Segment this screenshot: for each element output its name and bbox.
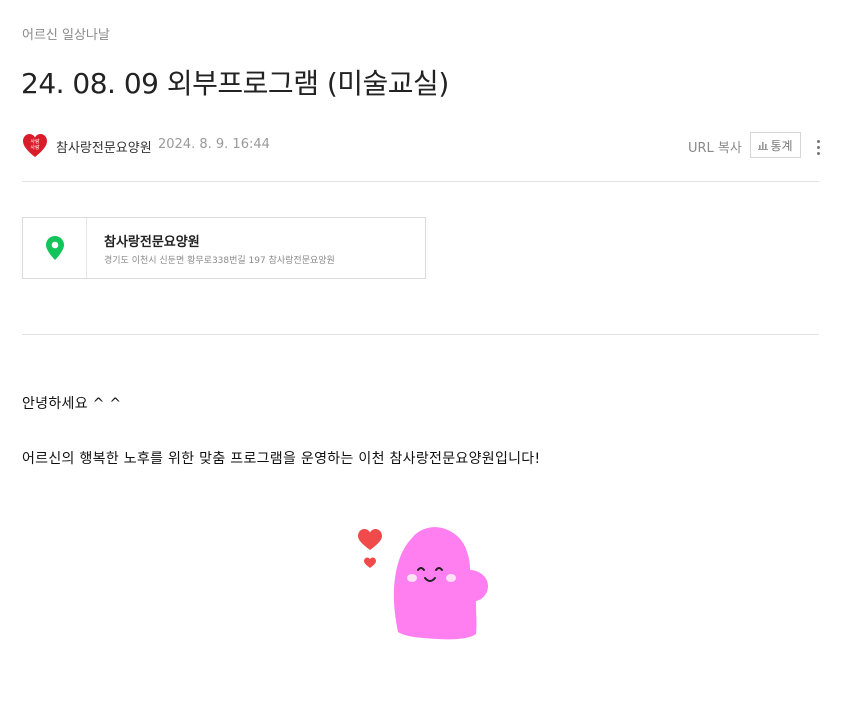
place-card[interactable]: 참사랑전문요양원 경기도 이천시 신둔면 황무로338번길 197 참사랑전문요… [22, 217, 426, 279]
intro-text: 어르신의 행복한 노후를 위한 맞춤 프로그램을 운영하는 이천 참사랑전문요양… [22, 451, 541, 467]
kebab-dot [816, 145, 820, 149]
stats-label: 통계 [770, 138, 793, 153]
place-address: 경기도 이천시 신둔면 황무로338번길 197 참사랑전문요양원 [104, 256, 335, 266]
small-heart-icon [364, 557, 376, 568]
kebab-dot [816, 151, 820, 155]
author-name[interactable]: 참사랑전문요양원 [56, 137, 152, 156]
svg-text:사랑: 사랑 [30, 144, 40, 151]
place-pin-box [23, 218, 87, 278]
character-body [393, 527, 488, 640]
heart-icon [358, 529, 382, 550]
more-options-button[interactable] [812, 136, 824, 158]
post-category[interactable]: 어르신 일상나날 [22, 24, 110, 43]
place-name: 참사랑전문요양원 [104, 235, 200, 250]
greeting-text: 안녕하세요 ^ ^ [22, 396, 122, 412]
url-copy-button[interactable]: URL 복사 [688, 137, 742, 156]
svg-text:사랑: 사랑 [30, 138, 40, 145]
header-divider [22, 181, 819, 182]
pink-character-sticker [358, 527, 488, 640]
map-pin-icon [45, 236, 64, 260]
author-avatar[interactable]: 사랑 사랑 [22, 133, 48, 159]
content-divider [22, 334, 819, 335]
stats-button[interactable]: 통계 [750, 132, 801, 158]
post-meta: 사랑 사랑 참사랑전문요양원 2024. 8. 9. 16:44 URL 복사 … [22, 132, 820, 162]
kebab-icon [816, 139, 820, 143]
bar-chart-icon [758, 142, 769, 150]
post-date: 2024. 8. 9. 16:44 [158, 137, 270, 152]
post-title: 24. 08. 09 외부프로그램 (미술교실) [21, 67, 449, 100]
